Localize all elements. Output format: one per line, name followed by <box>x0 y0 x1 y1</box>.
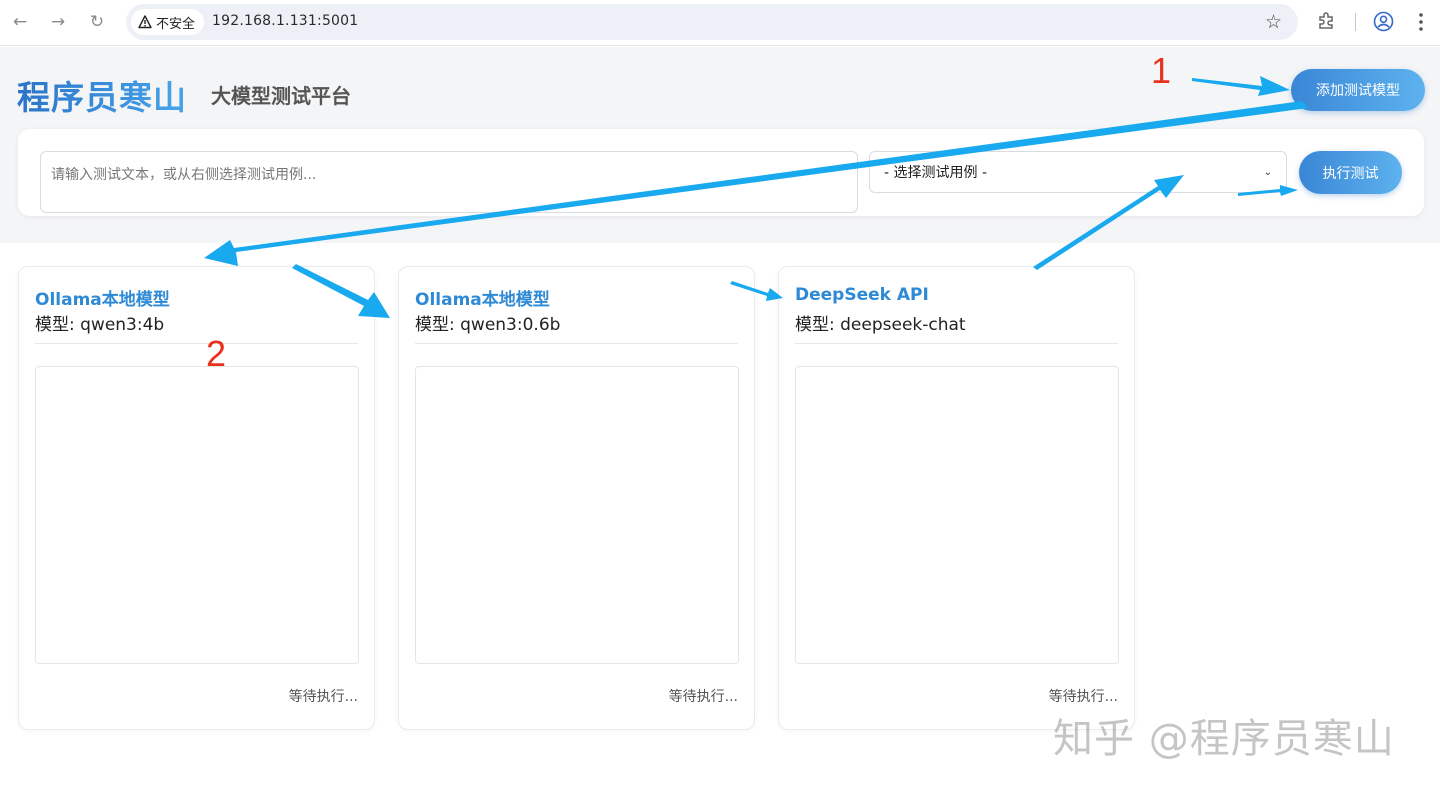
chevron-down-icon: ⌄ <box>1263 166 1272 178</box>
page-content: 程序员寒山 大模型测试平台 添加测试模型 请输入测试文本，或从右侧选择测试用例.… <box>0 47 1440 786</box>
card-title: Ollama本地模型 <box>415 290 550 310</box>
address-bar[interactable]: 不安全 192.168.1.131:5001 ☆ <box>126 4 1298 40</box>
annotation-marker-2: 2 <box>206 333 227 374</box>
header-area: 程序员寒山 大模型测试平台 添加测试模型 请输入测试文本，或从右侧选择测试用例.… <box>0 47 1440 243</box>
test-case-select-value: - 选择测试用例 - <box>884 165 988 181</box>
card-output-area[interactable] <box>35 366 359 664</box>
warning-icon <box>138 15 152 29</box>
browser-toolbar: ← → ↻ 不安全 192.168.1.131:5001 ☆ <box>0 0 1440 46</box>
card-output-area[interactable] <box>415 366 739 664</box>
test-case-select[interactable]: - 选择测试用例 - ⌄ <box>869 151 1287 193</box>
card-divider <box>795 343 1118 344</box>
card-model-name: 模型: qwen3:4b <box>35 315 165 335</box>
add-model-button[interactable]: 添加测试模型 <box>1291 69 1425 111</box>
extensions-icon[interactable] <box>1316 11 1336 31</box>
brand-logo: 程序员寒山 <box>17 71 187 119</box>
security-label: 不安全 <box>156 16 196 32</box>
card-output-area[interactable] <box>795 366 1119 664</box>
model-card: DeepSeek API 模型: deepseek-chat 等待执行... <box>778 266 1135 730</box>
watermark: 知乎 @程序员寒山 <box>1053 716 1395 762</box>
security-chip[interactable]: 不安全 <box>131 9 205 35</box>
reload-icon[interactable]: ↻ <box>86 11 108 33</box>
card-divider <box>35 343 358 344</box>
toolbar-divider <box>1355 13 1356 31</box>
forward-icon[interactable]: → <box>47 11 69 33</box>
more-menu-icon[interactable] <box>1417 11 1425 33</box>
page-subtitle: 大模型测试平台 <box>211 84 351 108</box>
card-status: 等待执行... <box>288 689 358 705</box>
card-divider <box>415 343 738 344</box>
test-text-input[interactable]: 请输入测试文本，或从右侧选择测试用例... <box>40 151 858 213</box>
card-title: Ollama本地模型 <box>35 290 170 310</box>
model-card: Ollama本地模型 模型: qwen3:4b 等待执行... <box>18 266 375 730</box>
card-model-name: 模型: deepseek-chat <box>795 315 966 335</box>
card-status: 等待执行... <box>668 689 738 705</box>
card-model-name: 模型: qwen3:0.6b <box>415 315 561 335</box>
model-card: Ollama本地模型 模型: qwen3:0.6b 等待执行... <box>398 266 755 730</box>
bookmark-star-icon[interactable]: ☆ <box>1265 11 1282 33</box>
card-status: 等待执行... <box>1048 689 1118 705</box>
test-controls-panel: 请输入测试文本，或从右侧选择测试用例... - 选择测试用例 - ⌄ 执行测试 <box>18 129 1424 216</box>
run-test-button[interactable]: 执行测试 <box>1299 151 1402 194</box>
card-title: DeepSeek API <box>795 285 929 305</box>
profile-icon[interactable] <box>1373 11 1394 32</box>
annotation-marker-1: 1 <box>1151 50 1172 91</box>
url-text[interactable]: 192.168.1.131:5001 <box>212 13 358 29</box>
back-icon[interactable]: ← <box>9 11 31 33</box>
